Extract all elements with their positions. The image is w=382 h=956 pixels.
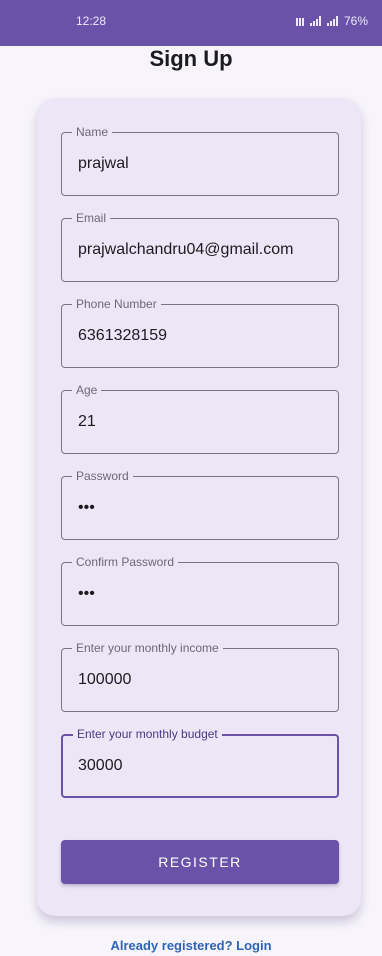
password-value: ••• xyxy=(78,499,95,516)
confirm-password-field[interactable]: Confirm Password ••• xyxy=(61,555,339,626)
sim-icon xyxy=(295,16,304,26)
monthly-income-field[interactable]: Enter your monthly income 100000 xyxy=(61,641,339,712)
email-label: Email xyxy=(72,211,111,225)
monthly-income-value: 100000 xyxy=(78,671,132,688)
signal-icon xyxy=(326,16,338,26)
name-label: Name xyxy=(72,125,113,139)
signup-card: Name prajwal Email prajwalchandru04@gmai… xyxy=(37,98,361,916)
status-bar: 12:28 76% xyxy=(0,0,382,46)
battery-level: 76% xyxy=(343,14,368,28)
name-value: prajwal xyxy=(78,155,129,172)
monthly-budget-label: Enter your monthly budget xyxy=(73,727,222,741)
phone-number-label: Phone Number xyxy=(72,297,161,311)
signal-icon xyxy=(309,16,321,26)
monthly-budget-field[interactable]: Enter your monthly budget 30000 xyxy=(61,727,339,798)
status-icons: 76% xyxy=(295,14,368,28)
password-field[interactable]: Password ••• xyxy=(61,469,339,540)
login-link[interactable]: Already registered? Login xyxy=(0,938,382,953)
monthly-income-label: Enter your monthly income xyxy=(72,641,223,655)
email-value: prajwalchandru04@gmail.com xyxy=(78,241,294,258)
email-field[interactable]: Email prajwalchandru04@gmail.com xyxy=(61,211,339,282)
confirm-password-value: ••• xyxy=(78,585,95,602)
name-field[interactable]: Name prajwal xyxy=(61,125,339,196)
password-label: Password xyxy=(72,469,133,483)
status-time: 12:28 xyxy=(76,14,107,28)
confirm-password-label: Confirm Password xyxy=(72,555,179,569)
monthly-budget-value: 30000 xyxy=(78,757,123,774)
age-value: 21 xyxy=(78,413,96,430)
phone-number-field[interactable]: Phone Number 6361328159 xyxy=(61,297,339,368)
register-button[interactable]: REGISTER xyxy=(61,840,339,884)
page-title: Sign Up xyxy=(149,46,233,71)
phone-number-value: 6361328159 xyxy=(78,327,167,344)
age-field[interactable]: Age 21 xyxy=(61,383,339,454)
age-label: Age xyxy=(72,383,102,397)
